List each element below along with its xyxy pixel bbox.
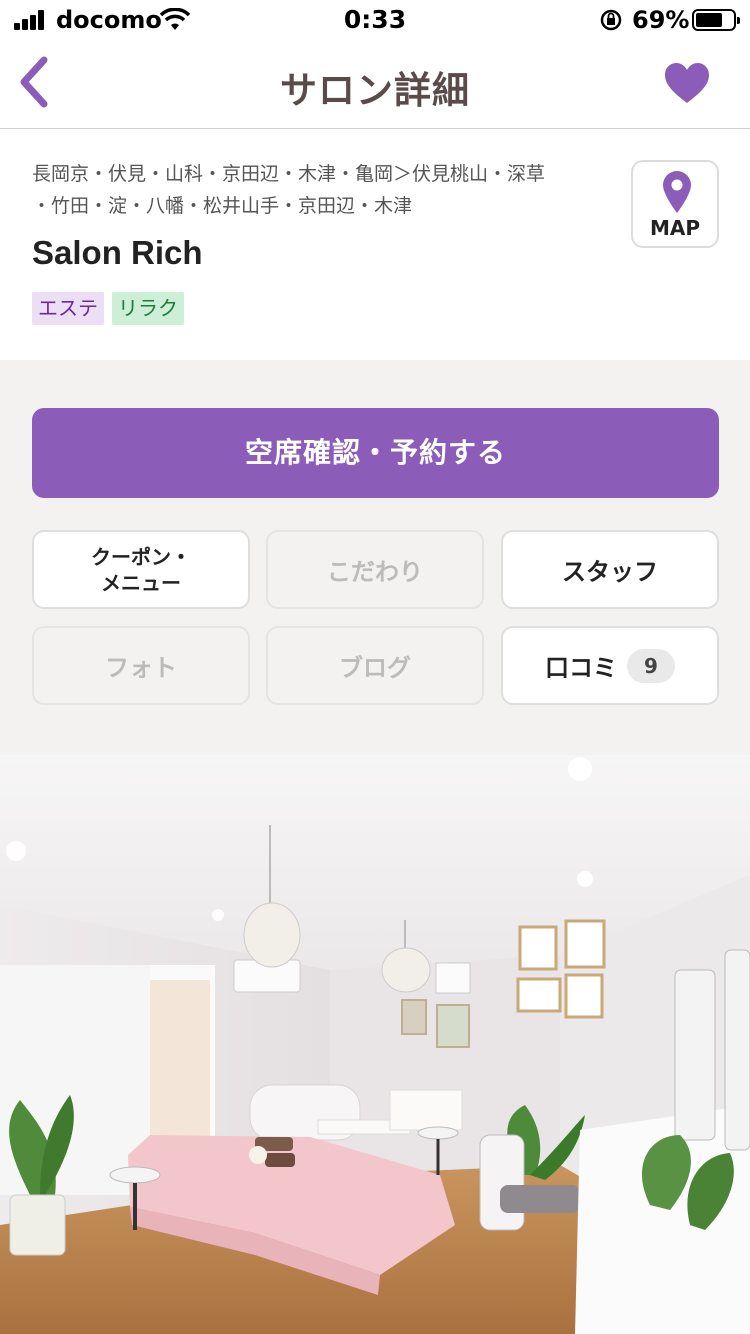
salon-name: Salon Rich xyxy=(32,234,203,271)
reviews-button[interactable]: 口コミ 9 xyxy=(501,626,719,705)
area-line: ・竹田・淀・八幡・松井山手・京田辺・木津 xyxy=(32,195,413,217)
salon-info: 長岡京・伏見・山科・京田辺・木津・亀岡＞伏見桃山・深草 ・竹田・淀・八幡・松井山… xyxy=(0,130,750,360)
battery-icon xyxy=(692,9,740,31)
tag-relax: リラク xyxy=(112,292,184,325)
category-tags: エステ リラク xyxy=(32,292,184,326)
battery-percent: 69% xyxy=(632,6,690,34)
area-list: 長岡京・伏見・山科・京田辺・木津・亀岡＞伏見桃山・深草 ・竹田・淀・八幡・松井山… xyxy=(32,158,602,222)
tag-este: エステ xyxy=(32,292,104,325)
photo-button: フォト xyxy=(32,626,250,705)
status-bar: docomo 0:33 69% xyxy=(0,0,750,40)
reserve-button[interactable]: 空席確認・予約する xyxy=(32,408,719,498)
staff-button[interactable]: スタッフ xyxy=(501,530,719,609)
map-button[interactable]: MAP xyxy=(631,160,719,248)
heart-icon[interactable] xyxy=(664,62,710,104)
kodawari-button: こだわり xyxy=(266,530,484,609)
nav-bar: サロン詳細 xyxy=(0,40,750,129)
page-title: サロン詳細 xyxy=(280,69,470,112)
rotation-lock-icon xyxy=(600,9,622,31)
area-line: 長岡京・伏見・山科・京田辺・木津・亀岡＞伏見桃山・深草 xyxy=(32,163,546,185)
map-pin-icon xyxy=(663,171,691,213)
coupon-menu-button[interactable]: クーポン・ メニュー xyxy=(32,530,250,609)
blog-button: ブログ xyxy=(266,626,484,705)
salon-interior-image xyxy=(0,755,750,1334)
coupon-menu-label-1: クーポン・ xyxy=(91,544,191,569)
action-panel: 空席確認・予約する クーポン・ メニュー こだわり スタッフ フォト ブログ 口… xyxy=(0,360,750,755)
reviews-label: 口コミ xyxy=(545,654,617,682)
coupon-menu-label-2: メニュー xyxy=(101,570,181,595)
map-label: MAP xyxy=(649,216,701,240)
salon-photo[interactable] xyxy=(0,755,750,1334)
reviews-count-badge: 9 xyxy=(627,648,675,683)
